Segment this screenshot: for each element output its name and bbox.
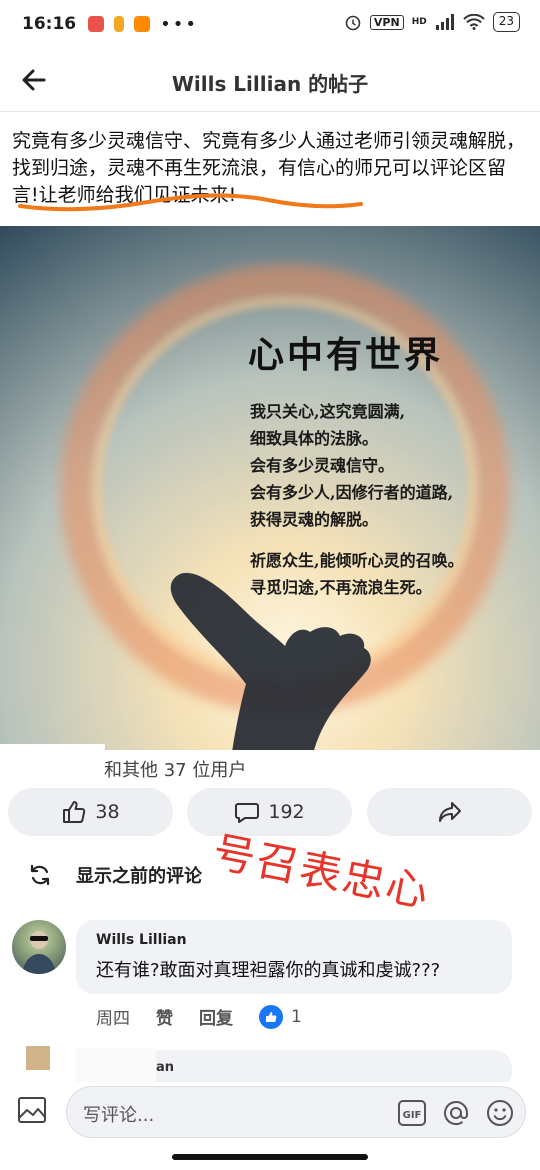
show-previous-comments[interactable]: 显示之前的评论 [28, 862, 202, 888]
page-title: Wills Lillian 的帖子 [171, 72, 369, 96]
wifi-icon [463, 14, 485, 30]
comment-like-link[interactable]: 赞 [156, 1004, 173, 1029]
comment-time: 周四 [96, 1009, 130, 1029]
signal-icon [435, 14, 454, 30]
svg-text:GIF: GIF [403, 1110, 422, 1121]
comment-reaction-count: 1 [291, 1006, 302, 1027]
home-indicator[interactable] [172, 1154, 368, 1160]
person-avatar-icon [22, 931, 56, 974]
notification-app-icon [114, 16, 125, 32]
share-arrow-icon [438, 802, 461, 822]
more-notifications-icon: ••• [160, 13, 198, 35]
status-indicators: VPN HD 23 [344, 12, 520, 32]
emoji-icon[interactable] [485, 1098, 515, 1128]
poem-line: 会有多少灵魂信守。 [250, 456, 395, 475]
photo-gallery-icon[interactable] [16, 1094, 50, 1126]
comment-author[interactable]: Wills Lillian [96, 932, 492, 948]
like-reaction-icon [259, 1004, 283, 1029]
like-button[interactable]: 38 [8, 788, 173, 836]
comment-reply-link[interactable]: 回复 [199, 1004, 233, 1029]
comment-input[interactable]: 写评论... GIF [66, 1086, 526, 1138]
app-header: Wills Lillian 的帖子 [0, 50, 540, 112]
status-time: 16:16 [22, 14, 77, 34]
gif-icon[interactable]: GIF [397, 1098, 427, 1128]
refresh-icon [30, 864, 50, 886]
poem-line: 会有多少人,因修行者的道路, [250, 483, 454, 502]
hd-label: HD [411, 17, 427, 27]
alarm-icon [345, 15, 361, 31]
post-image[interactable]: 心中有世界 我只关心,这究竟圆满, 细致具体的法脉。 会有多少灵魂信守。 会有多… [0, 226, 540, 750]
poem-line: 我只关心,这究竟圆满, [250, 402, 406, 421]
reactors-summary[interactable]: 和其他 37 位用户 [104, 756, 246, 782]
comment-bubble[interactable]: Wills Lillian 还有谁?敢面对真理袒露你的真诚和虔诚??? [76, 920, 512, 994]
next-comment-author-fragment: an [156, 1060, 175, 1075]
commenter-avatar[interactable] [12, 920, 66, 974]
taobao-app-icon [134, 16, 151, 32]
comment-count: 192 [268, 801, 305, 823]
next-commenter-avatar[interactable] [26, 1046, 50, 1070]
hand-drawn-underline [18, 193, 363, 212]
comment-input-placeholder: 写评论... [83, 1105, 155, 1126]
vpn-badge: VPN [369, 14, 404, 30]
poem-line: 获得灵魂的解脱。 [250, 510, 379, 529]
status-bar: 16:16 ••• VPN HD 23 [0, 0, 540, 48]
comment-text: 还有谁?敢面对真理袒露你的真诚和虔诚??? [96, 960, 441, 981]
share-button[interactable] [367, 788, 532, 836]
redaction-patch [0, 744, 105, 794]
weibo-app-icon [88, 16, 105, 32]
image-title: 心中有世界 [248, 334, 444, 376]
comment-meta: 周四 赞 回复 1 [96, 1004, 328, 1029]
comment-composer: 写评论... GIF [0, 1082, 540, 1142]
poem-line: 细致具体的法脉。 [250, 429, 379, 448]
show-previous-label: 显示之前的评论 [76, 866, 202, 887]
mention-icon[interactable] [441, 1098, 471, 1128]
like-count: 38 [95, 801, 120, 823]
battery-indicator: 23 [492, 12, 520, 32]
thumbs-up-icon [63, 801, 86, 823]
reaching-hand-silhouette [170, 572, 371, 750]
